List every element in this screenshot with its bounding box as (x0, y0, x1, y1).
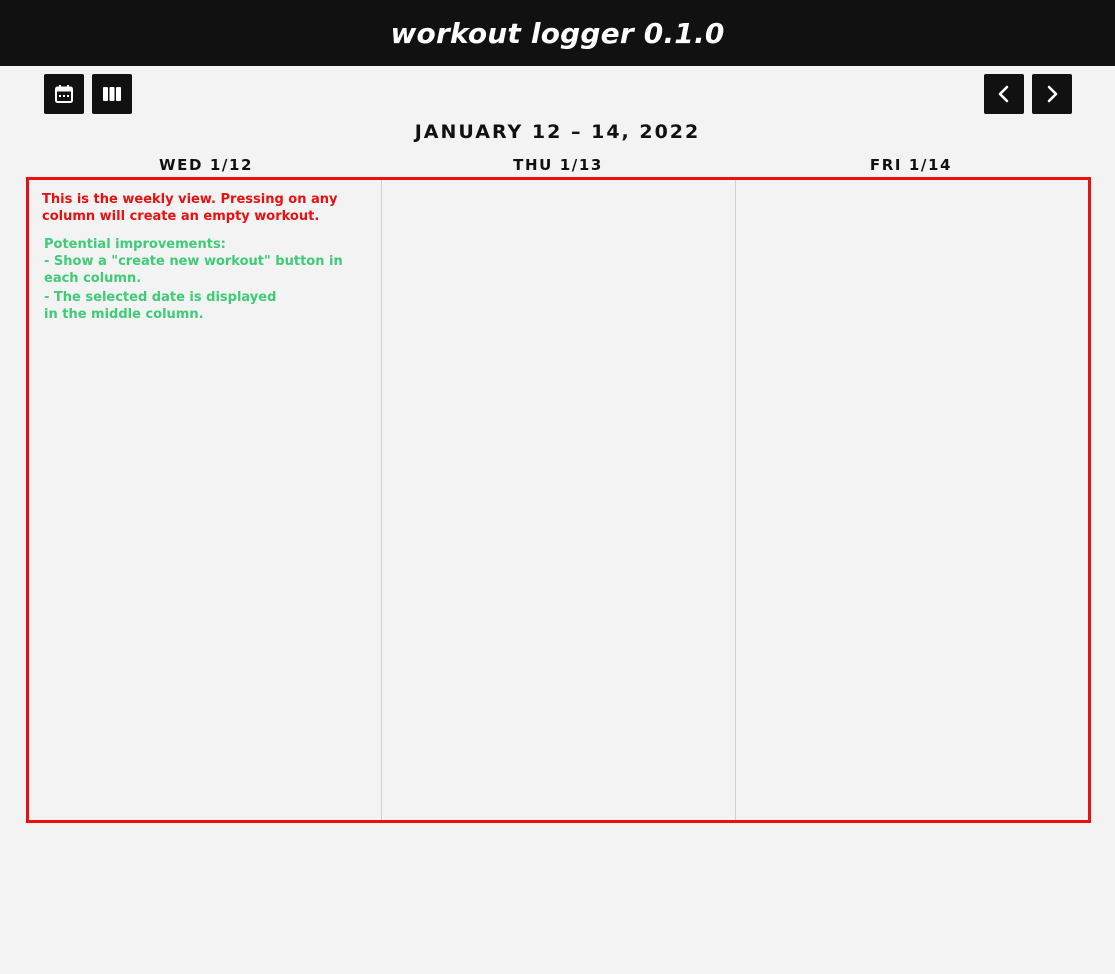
week-columns-view-button[interactable] (92, 74, 132, 114)
week-grid: This is the weekly view. Pressing on any… (26, 177, 1091, 823)
day-header-thu: THU 1/13 (513, 156, 603, 174)
day-column-wed[interactable]: This is the weekly view. Pressing on any… (29, 180, 381, 820)
chevron-left-icon (994, 84, 1014, 104)
calendar-view-button[interactable] (44, 74, 84, 114)
weekly-view-annotation: This is the weekly view. Pressing on any… (42, 192, 338, 224)
app-title: workout logger 0.1.0 (390, 16, 725, 50)
previous-week-button[interactable] (984, 74, 1024, 114)
app-header: workout logger 0.1.0 (0, 0, 1115, 66)
day-column-thu[interactable] (381, 180, 734, 820)
day-column-fri[interactable] (734, 180, 1088, 820)
columns-icon (102, 84, 122, 104)
day-header-wed: WED 1/12 (158, 156, 254, 174)
next-week-button[interactable] (1032, 74, 1072, 114)
calendar-icon (54, 84, 74, 104)
chevron-right-icon (1042, 84, 1062, 104)
day-header-fri: FRI 1/14 (869, 156, 953, 174)
improvements-annotation: Potential improvements: - Show a "create… (44, 237, 343, 322)
date-range-title: JANUARY 12 – 14, 2022 (414, 121, 701, 143)
